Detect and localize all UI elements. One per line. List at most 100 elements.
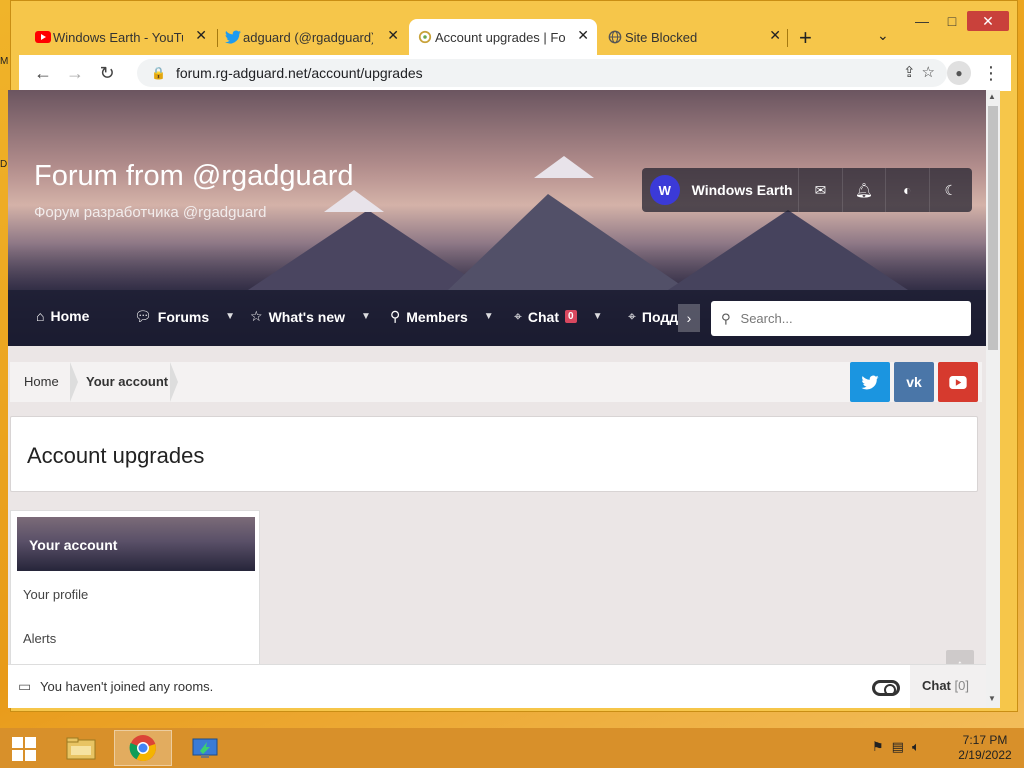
scroll-down-icon[interactable]: ▼ — [988, 694, 996, 703]
chat-toggle-icon[interactable] — [872, 680, 900, 696]
breadcrumb-current[interactable]: Your account — [86, 374, 168, 389]
snow-peak-decoration — [534, 156, 594, 178]
vk-share-button[interactable]: vk — [894, 362, 934, 402]
message-icon: ▭ — [18, 678, 32, 694]
sidebar-item-your-profile[interactable]: Your profile — [23, 587, 88, 602]
folder-icon — [66, 737, 96, 760]
scrollbar-thumb[interactable] — [988, 106, 998, 350]
tab-youtube[interactable]: Windows Earth - YouTub ✕ — [27, 19, 215, 55]
twitter-share-button[interactable] — [850, 362, 890, 402]
chat-count-badge: 0 — [565, 310, 577, 323]
nav-label: Forums — [157, 308, 210, 325]
app-taskbar-icon[interactable] — [176, 730, 234, 766]
windows-start-icon[interactable] — [12, 737, 36, 761]
clock[interactable]: 7:17 PM 2/19/2022 — [950, 733, 1020, 763]
browser-toolbar: ← → ↻ 🔒 forum.rg-adguard.net/account/upg… — [19, 55, 1011, 91]
youtube-icon — [949, 375, 967, 389]
toggle-icon[interactable]: ◐ — [885, 168, 928, 212]
breadcrumb: Home Your account — [10, 362, 982, 402]
search-input[interactable]: ⚲ Search... — [711, 301, 971, 336]
breadcrumb-home[interactable]: Home — [24, 374, 59, 389]
page-viewport: Forum from @rgadguard Форум разработчика… — [8, 90, 986, 708]
monitor-app-icon — [192, 738, 218, 758]
network-icon[interactable]: ▤ — [892, 739, 904, 755]
moon-icon[interactable]: ☾ — [928, 168, 972, 212]
nav-label: Members — [406, 308, 468, 325]
tab-twitter[interactable]: adguard (@rgadguard) ✕ — [217, 19, 407, 55]
page-title-card: Account upgrades — [10, 416, 978, 492]
address-bar[interactable]: 🔒 forum.rg-adguard.net/account/upgrades … — [137, 59, 947, 87]
tab-label: Site Blocked — [625, 29, 698, 45]
kebab-menu-icon[interactable]: ⋮ — [975, 57, 1007, 89]
new-tab-button[interactable]: + — [799, 25, 812, 51]
chat-status-text: You haven't joined any rooms. — [40, 679, 214, 694]
sidebar-heading: Your account — [17, 517, 255, 571]
user-avatar[interactable]: W — [650, 175, 680, 205]
volume-muted-icon[interactable]: 🔈︎ — [912, 739, 920, 755]
tab-close-icon[interactable]: ✕ — [769, 27, 781, 44]
reload-icon[interactable]: ↻ — [91, 57, 123, 89]
tab-separator — [787, 29, 788, 47]
tab-label: Account upgrades | For — [435, 29, 565, 45]
user-bar: W Windows Earth ✉ 🔔︎ ◐ ☾ — [642, 168, 972, 212]
chevron-down-icon[interactable]: ▼ — [361, 311, 371, 322]
chat-bar: ▭ You haven't joined any rooms. Chat [0] — [8, 664, 986, 708]
header-banner: Forum from @rgadguard Форум разработчика… — [8, 90, 986, 346]
main-nav: ⌂ Home 💬︎ Forums ▼ ☆ What's new ▼ ⚲ Memb… — [8, 290, 986, 346]
lock-icon[interactable]: 🔒 — [151, 66, 166, 80]
twitter-icon — [861, 375, 879, 389]
tab-close-icon[interactable]: ✕ — [195, 27, 207, 44]
system-tray: ⚑ ▤ 🔈︎ — [872, 739, 920, 755]
nav-forums[interactable]: 💬︎ Forums ▼ — [134, 308, 235, 325]
tab-search-chevron-icon[interactable]: ⌄ — [877, 27, 889, 44]
nav-members[interactable]: ⚲ Members ▼ — [390, 308, 494, 325]
site-title[interactable]: Forum from @rgadguard — [34, 160, 354, 193]
breadcrumb-separator — [170, 362, 178, 402]
chrome-icon — [129, 735, 156, 762]
breadcrumb-separator — [70, 362, 78, 402]
back-arrow-icon[interactable]: ← — [27, 57, 59, 89]
nav-whats-new[interactable]: ☆ What's new ▼ — [250, 308, 371, 325]
page-scrollbar[interactable]: ▲ ▼ — [986, 90, 1000, 708]
tab-close-icon[interactable]: ✕ — [577, 27, 589, 44]
profile-avatar-icon[interactable]: ● — [947, 61, 971, 85]
search-placeholder: Search... — [740, 311, 793, 326]
toolbar-right: ● ⋮ — [947, 57, 1007, 89]
nav-label: What's new — [268, 308, 346, 325]
share-icon[interactable]: ⇪ — [903, 63, 916, 81]
bookmark-star-icon[interactable]: ☆ — [922, 63, 935, 81]
tab-site-blocked[interactable]: Site Blocked ✕ — [599, 19, 789, 55]
action-center-flag-icon[interactable]: ⚑ — [872, 739, 884, 755]
page-title: Account upgrades — [27, 443, 205, 468]
nav-support[interactable]: ⌖ Подд — [628, 308, 678, 325]
user-name[interactable]: Windows Earth — [692, 182, 799, 198]
chat-count: [0] — [954, 678, 969, 693]
twitter-icon — [225, 30, 241, 44]
mountain-decoration — [668, 210, 908, 290]
tab-account-upgrades[interactable]: Account upgrades | For ✕ — [409, 19, 597, 55]
envelope-icon[interactable]: ✉ — [798, 168, 841, 212]
nav-label: Chat — [527, 308, 560, 325]
youtube-link-button[interactable] — [938, 362, 978, 402]
forward-arrow-icon[interactable]: → — [59, 57, 91, 89]
star-icon: ☆ — [250, 308, 263, 324]
nav-home[interactable]: ⌂ Home — [36, 308, 89, 324]
url-text: forum.rg-adguard.net/account/upgrades — [175, 65, 423, 81]
tab-close-icon[interactable]: ✕ — [387, 27, 399, 44]
youtube-icon — [35, 31, 51, 43]
chat-button[interactable]: Chat [0] — [910, 665, 986, 708]
clock-time: 7:17 PM — [962, 733, 1008, 747]
scroll-up-icon[interactable]: ▲ — [988, 92, 996, 101]
chevron-down-icon[interactable]: ▼ — [484, 311, 494, 322]
vk-icon: vk — [906, 374, 922, 390]
bell-icon[interactable]: 🔔︎ — [841, 168, 885, 212]
chrome-taskbar-icon[interactable] — [114, 730, 172, 766]
chevron-down-icon[interactable]: ▼ — [593, 311, 603, 322]
tag-icon: ⌖ — [514, 308, 522, 324]
chat-label: Chat — [922, 678, 951, 693]
sidebar-item-alerts[interactable]: Alerts — [23, 631, 56, 646]
nav-scroll-right-icon[interactable]: › — [678, 304, 700, 332]
chevron-down-icon[interactable]: ▼ — [225, 311, 235, 322]
file-explorer-taskbar-icon[interactable] — [52, 730, 110, 766]
nav-chat[interactable]: ⌖ Chat 0 ▼ — [514, 308, 602, 325]
